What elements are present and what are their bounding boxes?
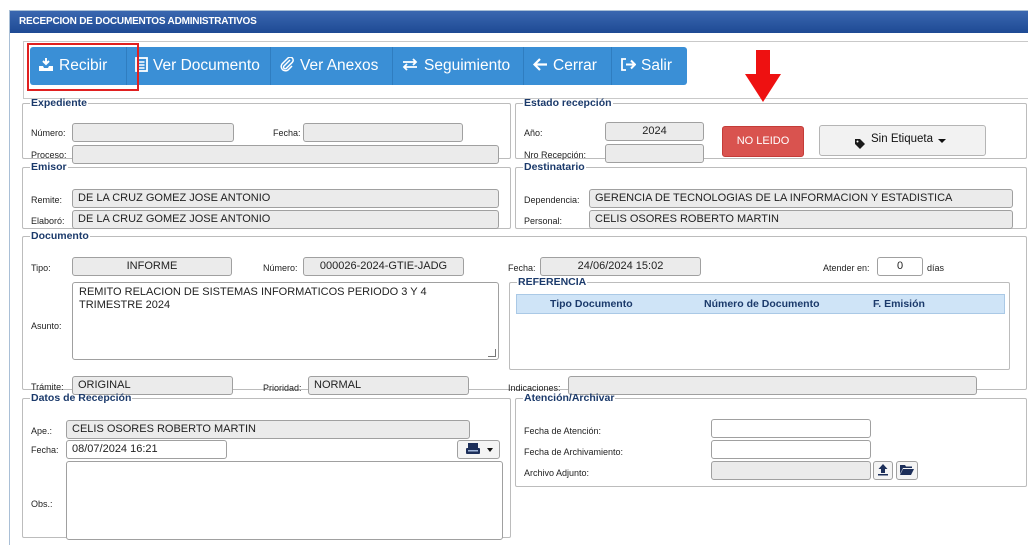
estado-recepcion-section: Estado recepción Año: 2024 Nro Recepción… [515,97,1027,163]
col-tipo-documento[interactable]: Tipo Documento [550,298,633,310]
caret-down-icon [486,447,493,452]
ver-anexos-button[interactable]: Ver Anexos [271,47,393,85]
remite-field[interactable]: DE LA CRUZ GOMEZ JOSE ANTONIO [72,189,499,208]
elaboro-label: Elaboró: [31,216,65,226]
dependencia-field[interactable]: GERENCIA DE TECNOLOGIAS DE LA INFORMACIO… [589,189,1013,208]
caret-down-icon [938,139,946,143]
recibir-highlight-box [27,43,139,91]
tipo-label: Tipo: [31,263,51,273]
emisor-section: Emisor Remite: DE LA CRUZ GOMEZ JOSE ANT… [22,161,511,229]
documento-legend: Documento [31,230,89,242]
exit-icon [620,57,637,76]
recepcion-fecha-label: Fecha: [31,445,59,455]
seguimiento-button[interactable]: Seguimiento [393,47,524,85]
upload-icon [877,463,889,479]
obs-label: Obs.: [31,499,53,509]
col-fecha-emision[interactable]: F. Emisión [873,298,925,310]
salir-button[interactable]: Salir [612,47,687,85]
tipo-field[interactable]: INFORME [72,257,232,276]
open-folder-button[interactable] [896,461,918,480]
arrow-left-icon [532,57,548,76]
toolbar-panel: Recibir Ver Documento Ver Anexos Seguimi… [23,41,1028,99]
anio-label: Año: [524,128,543,138]
ver-documento-button[interactable]: Ver Documento [127,47,271,85]
recepcion-legend: Datos de Recepción [31,392,132,404]
doc-numero-field[interactable]: 000026-2024-GTIE-JADG [303,257,464,276]
destinatario-legend: Destinatario [524,161,585,173]
archivo-adjunto-label: Archivo Adjunto: [524,468,590,478]
ape-label: Ape.: [31,426,53,436]
asunto-label: Asunto: [31,321,62,331]
cerrar-button[interactable]: Cerrar [524,47,612,85]
fecha-atencion-label: Fecha de Atención: [524,426,602,436]
doc-numero-label: Número: [263,263,298,273]
personal-field[interactable]: CELIS OSORES ROBERTO MARTIN [589,210,1013,229]
anio-field[interactable]: 2024 [605,122,704,141]
asunto-textarea[interactable]: REMITO RELACION DE SISTEMAS INFORMATICOS… [72,282,499,360]
atencion-legend: Atención/Archivar [524,392,615,404]
etiqueta-label: Sin Etiqueta [871,133,934,145]
ape-field[interactable]: CELIS OSORES ROBERTO MARTIN [66,420,470,439]
resize-grip-icon[interactable] [488,349,496,357]
asunto-text: REMITO RELACION DE SISTEMAS INFORMATICOS… [79,286,427,311]
swap-arrows-icon [401,57,419,76]
paperclip-icon [279,55,295,76]
upload-button[interactable] [873,461,893,480]
window-title: RECEPCION DE DOCUMENTOS ADMINISTRATIVOS [10,11,1028,33]
proceso-label: Proceso: [31,150,67,160]
col-numero-documento[interactable]: Número de Documento [704,298,820,310]
estado-legend: Estado recepción [524,97,612,109]
atencion-archivar-section: Atención/Archivar Fecha de Atención: Fec… [515,392,1027,487]
archivo-adjunto-field[interactable] [711,461,871,480]
scanner-icon [465,442,481,458]
tag-icon [854,134,866,161]
fecha-archivamiento-label: Fecha de Archivamiento: [524,447,624,457]
reception-window: RECEPCION DE DOCUMENTOS ADMINISTRATIVOS … [9,10,1028,545]
folder-open-icon [899,463,915,479]
datos-recepcion-section: Datos de Recepción Ape.: CELIS OSORES RO… [22,392,511,540]
elaboro-field[interactable]: DE LA CRUZ GOMEZ JOSE ANTONIO [72,210,499,229]
personal-label: Personal: [524,216,563,226]
numero-label: Número: [31,128,66,138]
red-arrow-down-icon [745,50,781,102]
emisor-legend: Emisor [31,161,67,173]
obs-textarea[interactable] [66,461,503,540]
atender-label: Atender en: [823,263,870,273]
fecha-archivamiento-field[interactable] [711,440,871,459]
expediente-numero-field[interactable] [72,123,234,142]
dependencia-label: Dependencia: [524,195,580,205]
dias-label: días [927,263,945,273]
recepcion-fecha-field[interactable]: 08/07/2024 16:21 [66,440,227,459]
remite-label: Remite: [31,195,63,205]
nro-recepcion-label: Nro Recepción: [524,150,587,160]
referencia-legend: REFERENCIA [518,276,587,288]
destinatario-section: Destinatario Dependencia: GERENCIA DE TE… [515,161,1027,229]
expediente-fecha-field[interactable] [303,123,463,142]
doc-fecha-field[interactable]: 24/06/2024 15:02 [540,257,701,276]
status-badge-no-leido[interactable]: NO LEIDO [722,126,804,157]
expediente-section: Expediente Número: Fecha: Proceso: [22,97,511,164]
documento-section: Documento Tipo: INFORME Número: 000026-2… [22,230,1027,395]
referencia-grid-header: Tipo Documento Número de Documento F. Em… [516,294,1005,314]
tramite-label: Trámite: [31,382,64,392]
etiqueta-dropdown[interactable]: Sin Etiqueta [819,125,986,156]
atender-field[interactable]: 0 [877,257,923,276]
referencia-section: REFERENCIA Tipo Documento Número de Docu… [509,276,1010,370]
fecha-label: Fecha: [273,128,301,138]
expediente-legend: Expediente [31,97,88,109]
doc-fecha-label: Fecha: [508,263,536,273]
fecha-atencion-field[interactable] [711,419,871,438]
scanner-dropdown-button[interactable] [457,440,500,459]
